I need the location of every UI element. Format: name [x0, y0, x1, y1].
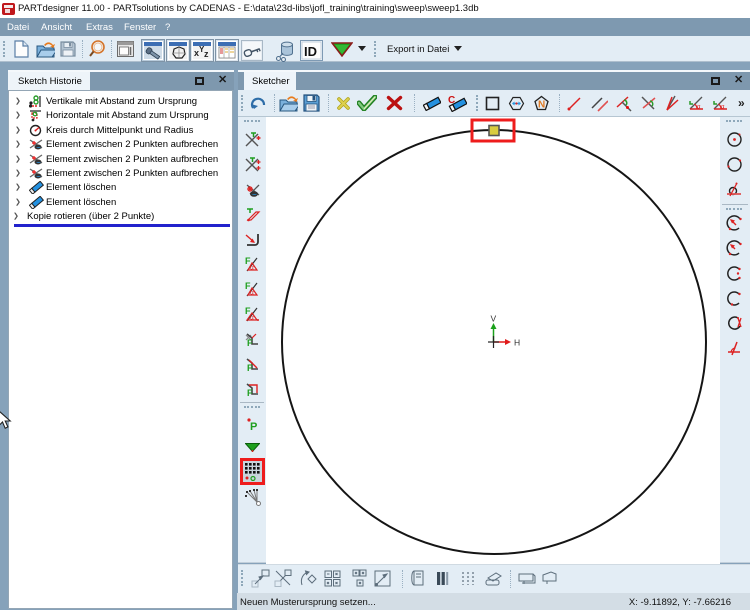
svg-text:z: z — [204, 49, 209, 59]
svg-text:α: α — [697, 105, 701, 111]
svg-text:α: α — [250, 290, 254, 297]
svg-text:F: F — [247, 363, 253, 373]
svg-text:α: α — [250, 315, 254, 322]
svg-text:H: H — [514, 338, 520, 348]
svg-text:N: N — [538, 100, 545, 111]
svg-text:P: P — [250, 421, 257, 431]
svg-text:ID: ID — [304, 44, 317, 59]
svg-text:F: F — [247, 388, 253, 398]
svg-text:F: F — [247, 338, 253, 348]
svg-text:α: α — [250, 265, 254, 272]
svg-text:α: α — [721, 105, 725, 111]
svg-text:V: V — [491, 314, 497, 324]
